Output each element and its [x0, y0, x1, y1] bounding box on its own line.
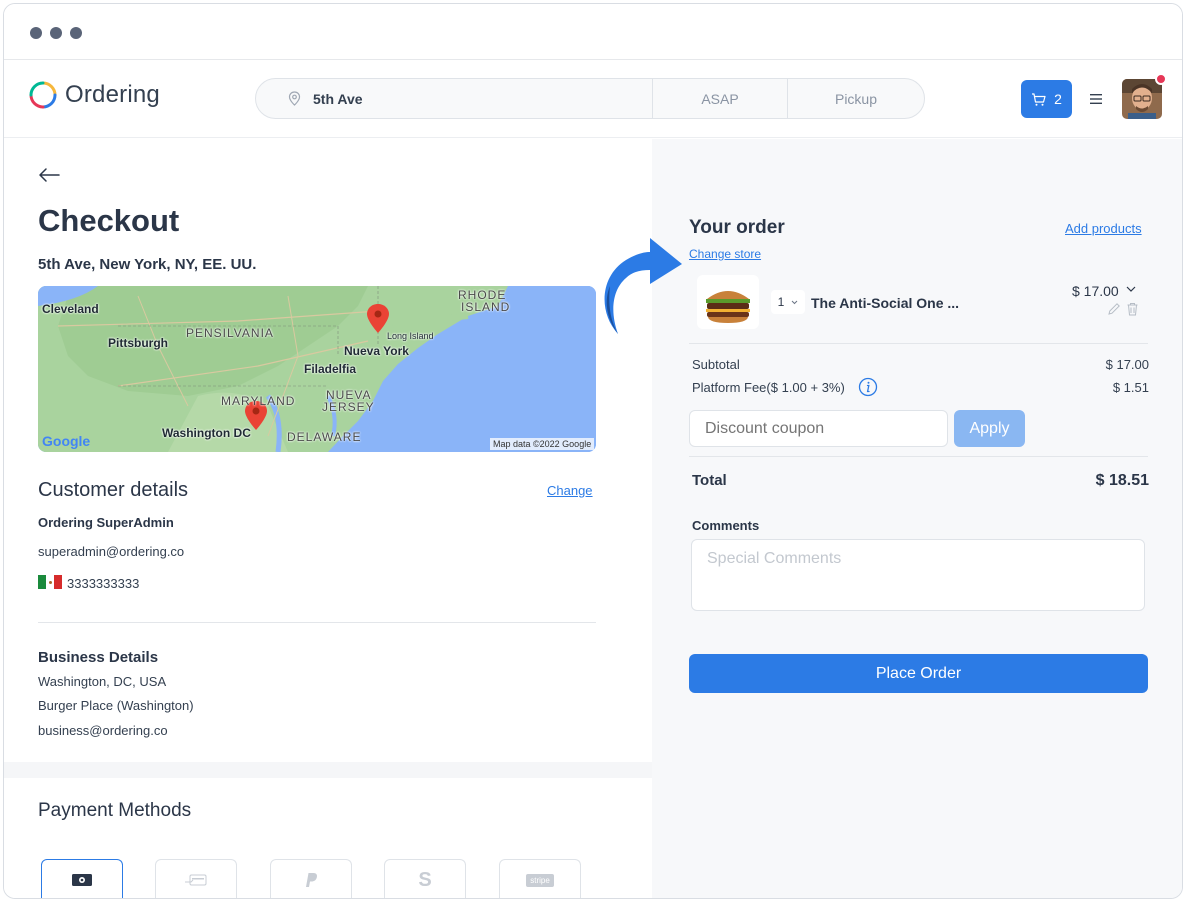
delivery-address: 5th Ave, New York, NY, EE. UU. — [38, 256, 257, 273]
cart-button[interactable]: 2 — [1021, 80, 1072, 118]
square-icon: S — [418, 868, 432, 891]
divider — [689, 343, 1148, 344]
curved-arrow-icon — [604, 238, 682, 334]
cart-icon — [1032, 92, 1046, 106]
order-summary-panel: Your order Add products Change store 1 T… — [652, 139, 1182, 898]
quantity-select[interactable]: 1 — [771, 290, 805, 314]
business-details-title: Business Details — [38, 649, 159, 666]
avatar[interactable] — [1122, 79, 1162, 119]
customer-name: Ordering SuperAdmin — [38, 515, 174, 530]
customer-email: superadmin@ordering.co — [38, 544, 185, 559]
map-label: PENSILVANIA — [186, 326, 274, 340]
map[interactable]: Cleveland Pittsburgh PENSILVANIA RHODE I… — [38, 286, 596, 452]
map-label: Filadelfia — [304, 362, 357, 376]
back-arrow-icon[interactable] — [38, 167, 60, 183]
location-pin-icon — [288, 91, 301, 106]
total-value: $ 18.51 — [1095, 472, 1149, 489]
map-label: DELAWARE — [287, 430, 362, 444]
total-label: Total — [692, 472, 727, 489]
business-email: business@ordering.co — [38, 723, 168, 738]
change-store-link[interactable]: Change store — [689, 247, 761, 261]
product-name: The Anti-Social One ... — [811, 295, 960, 311]
checkout-panel: Checkout 5th Ave, New York, NY, EE. UU. — [4, 139, 652, 898]
subtotal-label: Subtotal — [692, 357, 740, 372]
payment-method-square[interactable]: S — [384, 859, 466, 898]
cart-count: 2 — [1054, 91, 1062, 107]
place-order-button[interactable]: Place Order — [689, 654, 1148, 693]
map-label: MARYLAND — [221, 394, 296, 408]
comments-textarea[interactable]: Special Comments — [691, 539, 1145, 611]
divider — [38, 622, 596, 623]
comments-placeholder: Special Comments — [707, 550, 842, 567]
address-text: 5th Ave — [313, 90, 363, 107]
address-selector[interactable]: 5th Ave — [256, 79, 653, 118]
stripe-icon: stripe — [526, 873, 554, 887]
time-text: ASAP — [701, 90, 739, 107]
app-logo[interactable]: Ordering — [28, 80, 160, 110]
page-title: Checkout — [38, 203, 180, 238]
payment-method-paypal[interactable] — [270, 859, 352, 898]
platform-fee-label: Platform Fee($ 1.00 + 3%) — [692, 380, 845, 395]
payment-method-stripe[interactable]: stripe — [499, 859, 581, 898]
map-label: Washington DC — [162, 426, 251, 440]
divider — [689, 456, 1148, 457]
logo-icon — [29, 81, 57, 109]
map-credit: Map data ©2022 Google — [490, 438, 595, 450]
map-label: ISLAND — [461, 300, 511, 314]
apply-coupon-button[interactable]: Apply — [954, 410, 1025, 447]
business-name: Burger Place (Washington) — [38, 698, 194, 713]
business-location: Washington, DC, USA — [38, 674, 167, 689]
payment-method-cash[interactable] — [41, 859, 123, 898]
customer-phone: 3333333333 — [67, 576, 140, 591]
burger-icon — [706, 291, 750, 323]
discount-coupon-input[interactable] — [689, 410, 948, 447]
browser-window: Ordering 5th Ave ASAP Pickup 2 Checkout … — [3, 3, 1183, 899]
order-type-text: Pickup — [834, 90, 878, 107]
app-header: Ordering 5th Ave ASAP Pickup 2 — [4, 60, 1182, 138]
comments-label: Comments — [692, 518, 760, 533]
paypal-icon — [306, 873, 318, 887]
delete-icon[interactable] — [1126, 302, 1139, 316]
product-price: $ 17.00 — [1072, 283, 1119, 299]
card-delivery-icon — [185, 874, 207, 886]
platform-fee-value: $ 1.51 — [1112, 380, 1149, 395]
map-label: Nueva York — [344, 344, 409, 358]
info-icon[interactable] — [858, 377, 878, 397]
window-dot — [70, 27, 82, 39]
menu-icon[interactable] — [1089, 89, 1103, 109]
payment-method-card-delivery[interactable] — [155, 859, 237, 898]
order-title: Your order — [689, 217, 785, 238]
quantity-value: 1 — [777, 295, 785, 309]
order-context-bar: 5th Ave ASAP Pickup — [255, 78, 925, 119]
window-dot — [30, 27, 42, 39]
notification-badge — [1155, 73, 1167, 85]
map-label: JERSEY — [322, 400, 375, 414]
map-label: Cleveland — [42, 302, 99, 316]
mexico-flag-icon — [38, 575, 62, 589]
customer-details-title: Customer details — [38, 479, 189, 501]
avatar-image — [1122, 79, 1162, 119]
google-logo: Google — [42, 433, 91, 449]
payment-methods-title: Payment Methods — [38, 800, 192, 821]
time-selector[interactable]: ASAP — [653, 79, 788, 118]
window-dot — [50, 27, 62, 39]
order-type-selector[interactable]: Pickup — [788, 79, 924, 118]
cash-icon — [72, 874, 92, 886]
edit-icon[interactable] — [1107, 302, 1121, 316]
logo-text: Ordering — [65, 81, 160, 108]
add-products-link[interactable]: Add products — [1065, 221, 1142, 236]
expand-chevron-icon[interactable] — [1126, 286, 1136, 293]
map-label: Long Island — [387, 331, 434, 341]
subtotal-value: $ 17.00 — [1105, 357, 1149, 372]
window-titlebar — [4, 4, 1182, 60]
chevron-down-icon — [791, 300, 798, 304]
section-separator — [4, 762, 652, 778]
map-label: Pittsburgh — [108, 336, 168, 350]
change-customer-link[interactable]: Change — [547, 483, 593, 498]
product-image — [697, 275, 759, 329]
